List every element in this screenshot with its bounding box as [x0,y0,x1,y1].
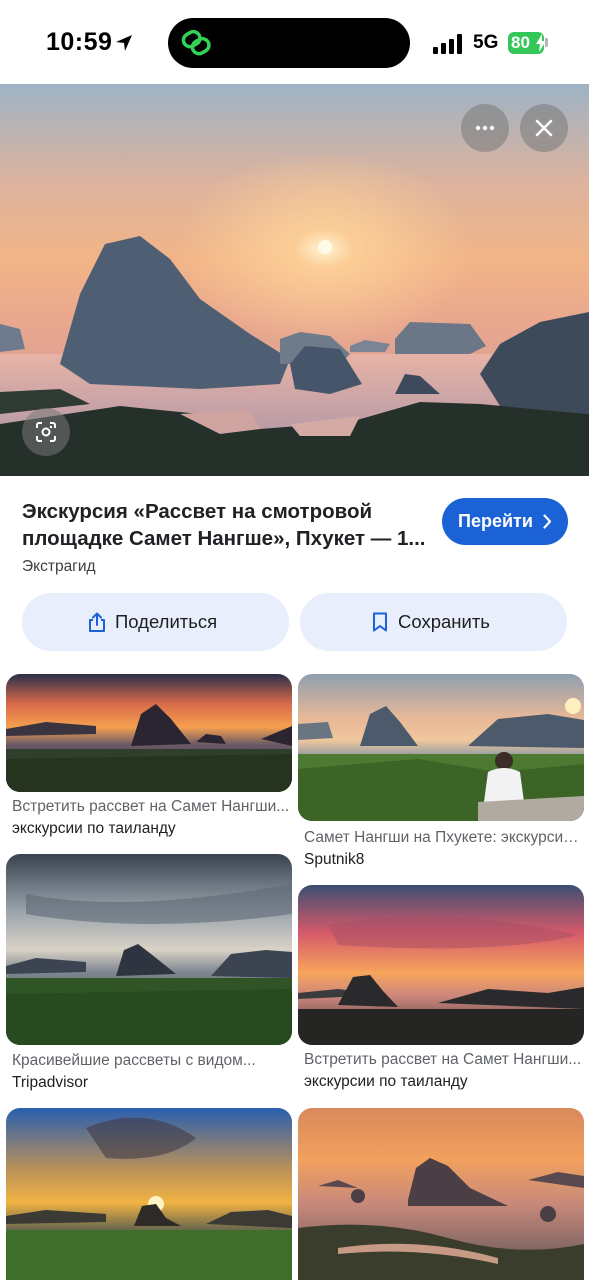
related-caption: Самет Нангши на Пхукете: экскурсия... [304,829,584,846]
related-card[interactable]: Красивейшие рассветы с видом... Tripadvi… [6,854,292,1094]
cellular-signal-icon [433,34,462,54]
status-bar: 10:59 5G 80 [0,0,589,84]
link-icon [181,29,211,56]
share-button[interactable]: Поделиться [22,593,289,651]
hero-image[interactable] [0,84,589,476]
related-caption: Красивейшие рассветы с видом... [12,1052,256,1069]
related-thumbnail [298,1108,584,1280]
related-caption: Встретить рассвет на Самет Нангши... [12,798,290,815]
save-button[interactable]: Сохранить [300,593,567,651]
save-label: Сохранить [398,611,490,632]
network-type: 5G [473,32,499,53]
related-card[interactable]: Встретить рассвет на Самет Нангши... экс… [6,674,292,844]
related-site: экскурсии по таиланду [12,820,176,837]
location-arrow-icon [116,35,132,51]
lens-search-button[interactable] [22,408,70,456]
visit-button[interactable]: Перейти [442,498,568,545]
more-options-button[interactable] [461,104,509,152]
related-site: Tripadvisor [12,1074,89,1091]
chevron-right-icon [543,514,552,529]
close-button[interactable] [520,104,568,152]
dynamic-island [168,18,410,68]
related-thumbnail [298,674,584,821]
related-thumbnail [298,885,584,1045]
related-thumbnail [6,1108,292,1280]
lens-camera-icon [36,422,56,442]
battery-nub [545,38,548,47]
result-title[interactable]: Экскурсия «Рассвет на смотровой площадке… [22,498,432,552]
related-thumbnail [6,674,292,792]
close-icon [535,119,553,137]
related-site: Sputnik8 [304,851,365,868]
related-card[interactable] [6,1108,292,1280]
related-card[interactable] [298,1108,584,1280]
related-thumbnail [6,854,292,1045]
related-card[interactable]: Самет Нангши на Пхукете: экскурсия... Sp… [298,674,584,874]
visit-button-label: Перейти [458,511,533,531]
share-icon [89,612,105,632]
related-caption: Встретить рассвет на Самет Нангши... [304,1051,582,1068]
related-card[interactable]: Встретить рассвет на Самет Нангши... экс… [298,885,584,1095]
related-site: экскурсии по таиланду [304,1073,468,1090]
result-source: Экстрагид [22,558,96,575]
more-dots-icon [475,125,495,131]
share-label: Поделиться [115,611,218,632]
status-time: 10:59 [46,28,113,56]
result-info: Экскурсия «Рассвет на смотровой площадке… [0,476,589,586]
bookmark-icon [373,612,387,632]
